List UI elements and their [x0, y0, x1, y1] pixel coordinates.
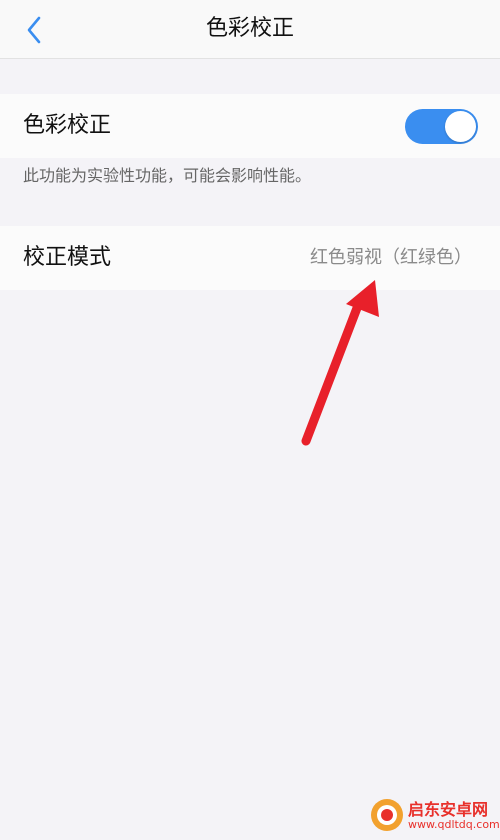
watermark-logo-icon: [371, 799, 403, 831]
watermark-name: 启东安卓网: [408, 800, 489, 819]
annotation-arrow-icon: [301, 280, 379, 446]
watermark: 启东安卓网 www.qdltdq.com: [368, 792, 500, 838]
watermark-url: www.qdltdq.com: [408, 818, 500, 831]
